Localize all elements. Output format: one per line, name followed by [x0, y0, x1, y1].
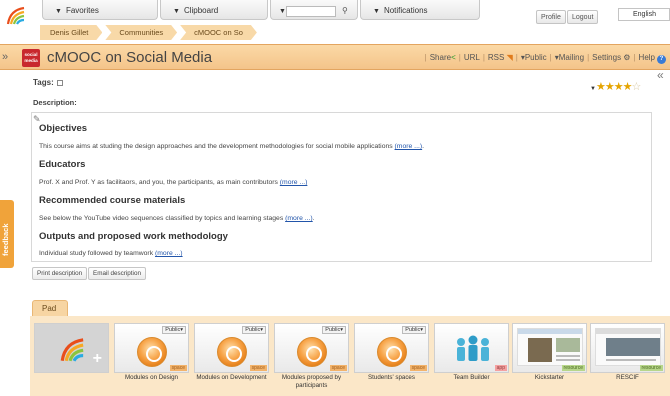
- add-item-tile[interactable]: +: [34, 323, 109, 373]
- share-icon: <: [451, 53, 456, 62]
- description-box: ✎ Objectives This course aims at studing…: [31, 112, 652, 262]
- dropdown-triangle-icon: ▼: [55, 8, 62, 15]
- item-type-badge: resource: [561, 365, 585, 371]
- language-select[interactable]: English: [618, 8, 670, 21]
- item-type-badge: space: [329, 365, 347, 371]
- app-tile[interactable]: app: [434, 323, 509, 373]
- header-menu: | Share< | URL | RSS ◥ | ▾Public | ▾Mail…: [422, 53, 666, 64]
- page: ▼ Favorites ▼ Clipboard ▼ ⚲ ▼ Notifications…: [0, 0, 670, 396]
- space-logo: social media: [22, 49, 40, 67]
- feedback-tab[interactable]: feedback: [0, 200, 14, 268]
- settings-button[interactable]: Settings ⚙: [592, 53, 630, 64]
- help-button[interactable]: Help?: [639, 53, 666, 64]
- tile-label[interactable]: Modules on Design: [114, 374, 189, 382]
- tile-label[interactable]: RESCIF: [590, 374, 665, 382]
- space-tile[interactable]: Public▾ space: [114, 323, 189, 373]
- description-label: Description:: [33, 98, 77, 107]
- rating-dropdown-icon[interactable]: ▼: [590, 86, 596, 92]
- section-text: Prof. X and Prof. Y as facilitaors, and …: [39, 179, 308, 186]
- section-heading: Educators: [39, 159, 86, 170]
- breadcrumb: Denis Gillet Communities cMOOC on So: [40, 25, 260, 40]
- public-dropdown[interactable]: ▾Public: [521, 53, 547, 64]
- page-title: cMOOC on Social Media: [47, 49, 213, 66]
- star-empty-icon[interactable]: ☆: [631, 81, 641, 93]
- section-heading: Recommended course materials: [39, 195, 186, 206]
- resource-tile[interactable]: resource: [512, 323, 587, 373]
- search-input[interactable]: [286, 6, 336, 17]
- tile-label[interactable]: Kickstarter: [512, 374, 587, 382]
- dropdown-triangle-icon: ▼: [373, 8, 380, 15]
- space-tile[interactable]: Public▾ space: [194, 323, 269, 373]
- webpage-thumbnail: [595, 328, 661, 366]
- section-text: See below the YouTube video sequences cl…: [39, 215, 315, 222]
- more-link[interactable]: (more ...): [285, 215, 313, 222]
- item-type-badge: app: [494, 365, 507, 371]
- public-dropdown[interactable]: Public▾: [402, 326, 426, 334]
- graasp-logo-icon: [60, 338, 84, 362]
- profile-button[interactable]: Profile: [536, 10, 566, 24]
- section-text: Individual study followed by teamwork (m…: [39, 250, 183, 257]
- plus-icon: +: [92, 350, 102, 367]
- tags-row: Tags:: [33, 78, 63, 87]
- url-button[interactable]: URL: [464, 53, 480, 64]
- star-icon[interactable]: ★: [614, 81, 624, 93]
- collapse-panel-icon[interactable]: «: [657, 68, 664, 82]
- pad-tab[interactable]: Pad: [32, 300, 68, 316]
- dropdown-triangle-icon[interactable]: ▼: [279, 8, 286, 15]
- breadcrumb-user[interactable]: Denis Gillet: [40, 25, 102, 40]
- mailing-dropdown[interactable]: ▾Mailing: [555, 53, 584, 64]
- star-rating[interactable]: ▼★★★★☆: [590, 80, 641, 93]
- clipboard-menu[interactable]: ▼ Clipboard: [160, 0, 268, 20]
- space-icon: [297, 337, 327, 367]
- share-button[interactable]: Share<: [430, 53, 456, 64]
- space-tile[interactable]: Public▾ space: [274, 323, 349, 373]
- settings-icon: ⚙: [623, 53, 631, 62]
- more-link[interactable]: (more ...): [280, 179, 308, 186]
- item-type-badge: space: [409, 365, 427, 371]
- star-icon[interactable]: ★: [596, 81, 606, 93]
- section-heading: Objectives: [39, 123, 88, 134]
- help-icon: ?: [657, 55, 666, 64]
- email-description-button[interactable]: Email description: [88, 267, 146, 280]
- public-dropdown[interactable]: Public▾: [242, 326, 266, 334]
- space-icon: [377, 337, 407, 367]
- dropdown-triangle-icon: ▼: [173, 8, 180, 15]
- more-link[interactable]: (more ...): [395, 143, 423, 150]
- space-icon: [217, 337, 247, 367]
- item-type-badge: space: [169, 365, 187, 371]
- tile-label[interactable]: Modules on Development: [194, 374, 269, 382]
- tile-label[interactable]: Modules proposed by participants: [274, 374, 349, 389]
- section-heading: Outputs and proposed work methodology: [39, 231, 228, 242]
- print-description-button[interactable]: Print description: [32, 267, 88, 280]
- search-icon[interactable]: ⚲: [342, 6, 348, 15]
- edit-tags-icon[interactable]: [56, 79, 63, 86]
- item-type-badge: space: [249, 365, 267, 371]
- space-icon: [137, 337, 167, 367]
- breadcrumb-communities[interactable]: Communities: [105, 25, 177, 40]
- space-tile[interactable]: Public▾ space: [354, 323, 429, 373]
- public-dropdown[interactable]: Public▾: [162, 326, 186, 334]
- graasp-logo-icon[interactable]: [4, 2, 30, 28]
- resource-tile[interactable]: resource: [590, 323, 665, 373]
- favorites-menu[interactable]: ▼ Favorites: [42, 0, 158, 20]
- star-icon[interactable]: ★: [605, 81, 615, 93]
- notifications-menu[interactable]: ▼ Notifications: [360, 0, 480, 20]
- logout-button[interactable]: Logout: [567, 10, 599, 24]
- rss-icon: ◥: [506, 53, 513, 62]
- public-dropdown[interactable]: Public▾: [322, 326, 346, 334]
- breadcrumb-current[interactable]: cMOOC on So: [180, 25, 257, 40]
- more-link[interactable]: (more ...): [155, 250, 183, 257]
- team-people-icon: [457, 335, 489, 361]
- webpage-thumbnail: [517, 328, 583, 366]
- item-type-badge: resource: [639, 365, 663, 371]
- expand-sidebar-icon[interactable]: »: [2, 51, 18, 63]
- rss-button[interactable]: RSS ◥: [488, 53, 513, 64]
- tile-label[interactable]: Students' spaces: [354, 374, 429, 382]
- section-text: This course aims at studing the design a…: [39, 143, 425, 150]
- tile-label[interactable]: Team Builder: [434, 374, 509, 382]
- space-header: » social media cMOOC on Social Media | S…: [0, 44, 670, 70]
